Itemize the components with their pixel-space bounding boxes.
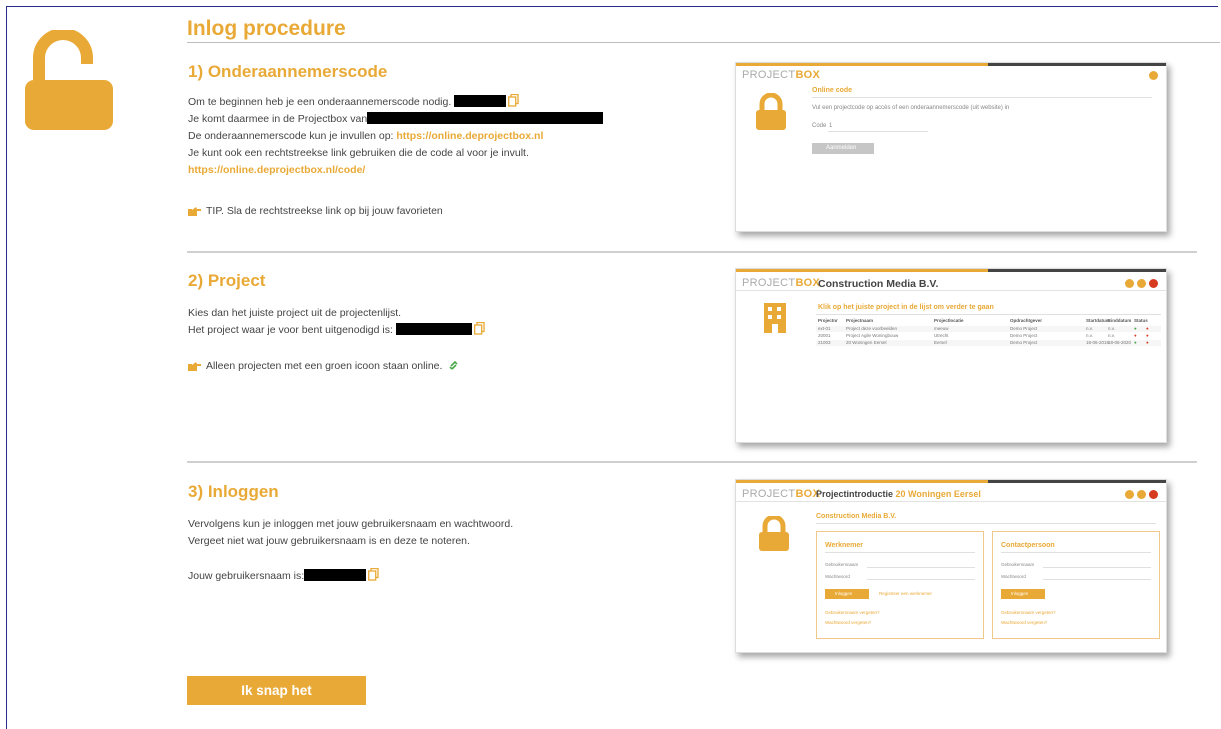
section1-line4: Je kunt ook een rechtstreekse link gebru… [188,147,529,159]
signout-icon [1149,71,1158,80]
pointing-hand-icon [188,207,201,216]
section1-text-block: Om te beginnen heb je een onderaannemers… [188,94,604,179]
screenshot-online-code: PROJECTBOX Online code Vul een projectco… [735,62,1167,232]
section1-line2: Je komt daarmee in de Projectbox van [188,113,368,125]
page-title: Inlog procedure [187,17,346,40]
tip-text: TIP. Sla de rechtstreekse link op bij jo… [206,205,443,217]
shot2-table-header: Projectnr Projectnaam Projectlocatie Opd… [818,318,1148,323]
username-label: Jouw gebruikersnaam is: [188,570,305,582]
title-divider [187,42,1220,43]
shot1-heading: Online code [812,87,853,94]
online-portal-link[interactable]: https://online.deprojectbox.nl [396,130,543,142]
shot3-intro: Projectintroductie 20 Woningen Eersel [816,489,981,499]
unlock-icon [25,30,113,130]
lock-icon [756,93,786,130]
redacted-username [304,569,367,581]
redacted-project [395,323,472,335]
section2-note: Alleen projecten met een groen icoon sta… [188,358,459,375]
redacted-code [454,95,507,107]
section3-line2: Vergeet niet wat jouw gebruikersnaam is … [188,535,470,547]
shot1-description: Vul een projectcode op accès of een onde… [812,105,1010,111]
projectbox-logo: PROJECTBOX [742,488,821,500]
shot1-code-value: 1 [829,123,833,129]
direct-code-link[interactable]: https://online.deprojectbox.nl/code/ [188,162,603,179]
section1-tip: TIP. Sla de rechtstreekse link op bij jo… [188,203,443,220]
section1-heading: 1) Onderaannemerscode [188,62,388,81]
copy-icon[interactable] [508,94,519,107]
shot2-company: Construction Media B.V. [818,278,939,290]
shot2-table-row: 20001 Project Agile Woningbouw Utrecht Demo… [818,333,1149,338]
shot3-panel-employee: Werknemer Gebruikersnaam Wachtwoord Inlo… [816,531,984,639]
section3-text-block: Vervolgens kun je inloggen met jouw gebr… [188,516,513,550]
copy-icon[interactable] [368,568,379,581]
shot1-code-label: Code [812,123,827,129]
section1-line3-prefix: De onderaannemerscode kun je invullen op… [188,130,394,142]
pointing-hand-icon [188,362,201,371]
shot3-panel-contact: Contactpersoon Gebruikersnaam Wachtwoord… [992,531,1160,639]
projectbox-logo: PROJECTBOX [742,277,821,289]
section2-text-block: Kies dan het juiste project uit de proje… [188,305,485,339]
section2-line1: Kies dan het juiste project uit de proje… [188,307,402,319]
redacted-company [367,112,604,124]
shot2-table-row: ext-01 Project deze voorbeelden meeuw Demo … [816,326,1161,332]
lock-icon [759,516,789,551]
building-icon [764,303,786,333]
shot1-submit-button: Aanmelden [812,143,874,154]
section-divider [187,251,1197,253]
green-link-icon [449,360,458,370]
section3-username: Jouw gebruikersnaam is: [188,568,379,585]
got-it-button[interactable]: Ik snap het [187,676,366,705]
shot3-company: Construction Media B.V. [816,513,897,520]
section3-heading: 3) Inloggen [188,482,279,501]
note-text: Alleen projecten met een groen icoon sta… [206,360,443,372]
section2-heading: 2) Project [188,271,266,290]
shot2-heading: Klik op het juiste project in de lijst o… [818,304,994,311]
screenshot-project-list: PROJECTBOX Construction Media B.V. Klik … [735,268,1167,443]
shot2-table-row: 21003 20 Woningen Eersel Eersel Demo Projec… [816,340,1161,346]
section-divider [187,461,1197,463]
screenshot-login: PROJECTBOX Projectintroductie 20 Woninge… [735,479,1167,653]
copy-icon[interactable] [473,322,485,335]
section3-line1: Vervolgens kun je inloggen met jouw gebr… [188,518,514,530]
section2-line2: Het project waar je voor bent uitgenodig… [188,324,393,336]
projectbox-logo: PROJECTBOX [742,69,821,81]
section1-line1: Om te beginnen heb je een onderaannemers… [188,96,452,108]
